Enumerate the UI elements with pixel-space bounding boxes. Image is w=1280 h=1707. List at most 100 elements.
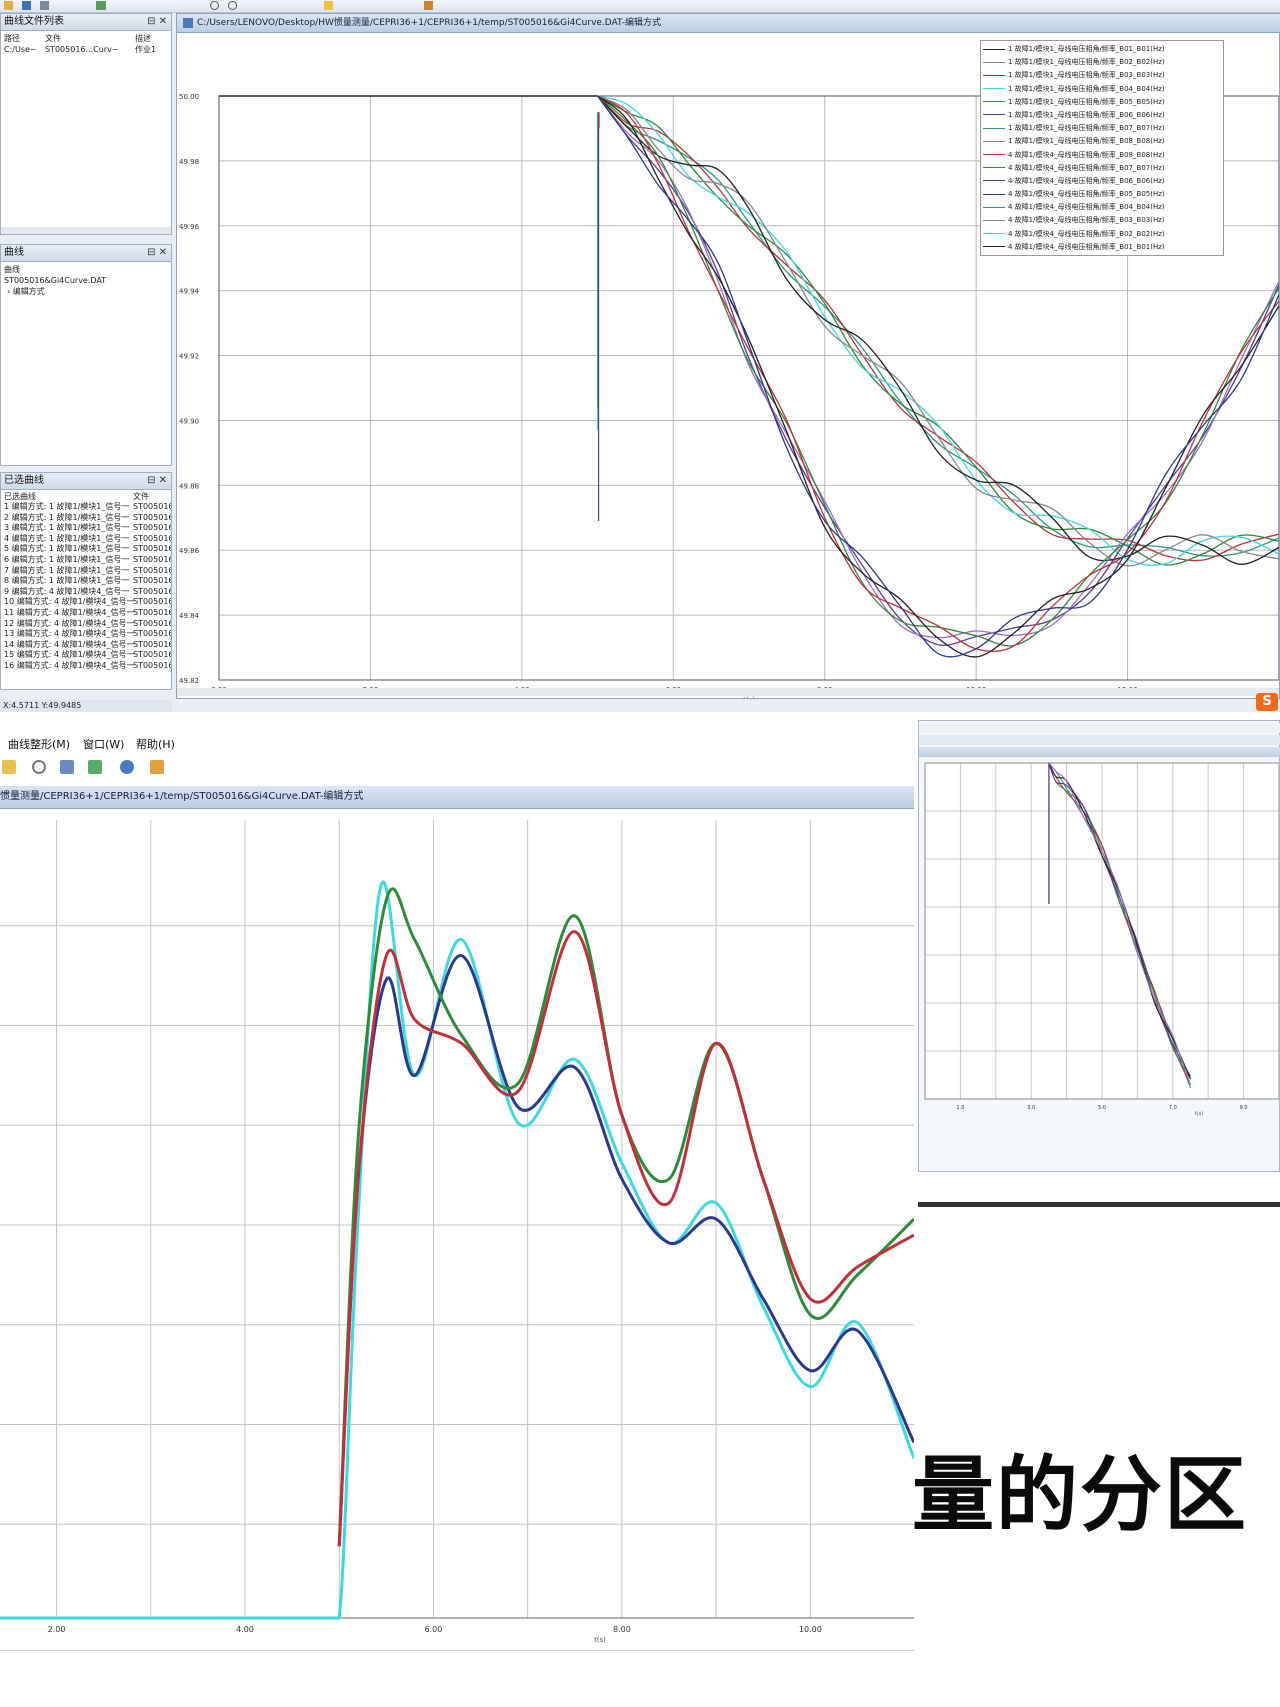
column-header-file: 文件	[45, 34, 61, 43]
chart-legend: 1 故障1/模块1_母线电压相角/频率_B01_B01(Hz) 1 故障1/模块1…	[980, 40, 1224, 256]
legend-swatch	[983, 101, 1005, 103]
selected-curve-label: 10 编辑方式: 4 故障1/模块4_信号一	[4, 597, 135, 607]
save-icon[interactable]	[22, 1, 31, 10]
legend-entry[interactable]: 4 故障1/模块4_母线电压相角/频率_B03_B03(Hz)	[981, 214, 1223, 227]
legend-entry[interactable]: 1 故障1/模块1_母线电压相角/频率_B08_B08(Hz)	[981, 135, 1223, 148]
legend-entry[interactable]: 1 故障1/模块1_母线电压相角/频率_B05_B05(Hz)	[981, 96, 1223, 109]
close-icon[interactable]: ⊟ ✕	[147, 473, 167, 489]
zoom-in-icon[interactable]	[210, 1, 219, 10]
legend-entry[interactable]: 1 故障1/模块1_母线电压相角/频率_B03_B03(Hz)	[981, 69, 1223, 82]
bottom-zoomed-chart[interactable]: 2.00 4.00 6.00 8.00 10.00 t(s)	[0, 812, 914, 1650]
selected-curve-label: 9 编辑方式: 4 故障1/模块4_信号一	[4, 586, 130, 596]
selected-curve-row[interactable]: 11 编辑方式: 4 故障1/模块4_信号一 ST005016	[1, 608, 171, 619]
cursor-icon[interactable]	[324, 1, 333, 10]
series-line-navy[interactable]	[337, 954, 914, 1547]
selected-curve-row[interactable]: 9 编辑方式: 4 故障1/模块4_信号一 ST005016	[1, 586, 171, 598]
pointer-icon[interactable]	[150, 760, 164, 774]
menu-curve-shaping[interactable]: 曲线整形(M)	[8, 736, 70, 752]
y-tick-label: 49.88	[179, 482, 199, 490]
legend-entry[interactable]: 4 故障1/模块4_母线电压相角/频率_B08_B08(Hz)	[981, 149, 1223, 162]
menu-window[interactable]: 窗口(W)	[83, 736, 124, 752]
fit-icon[interactable]	[88, 760, 102, 774]
legend-entry[interactable]: 4 故障1/模块4_母线电压相角/频率_B06_B06(Hz)	[981, 175, 1223, 188]
selected-curve-file: ST005016	[133, 554, 172, 564]
legend-entry[interactable]: 4 故障1/模块4_母线电压相角/频率_B02_B02(Hz)	[981, 228, 1223, 241]
series-line-red[interactable]	[337, 930, 914, 1547]
legend-label: 1 故障1/模块1_母线电压相角/频率_B03_B03(Hz)	[1008, 71, 1165, 80]
selected-curve-row[interactable]: 7 编辑方式: 1 故障1/模块1_信号一 ST005016	[1, 566, 171, 577]
selected-curve-row[interactable]: 6 编辑方式: 1 故障1/模块1_信号一 ST005016	[1, 554, 172, 566]
sogou-badge[interactable]: S	[1256, 693, 1278, 711]
open-icon[interactable]	[4, 1, 13, 10]
selected-curve-label: 5 编辑方式: 1 故障1/模块1_信号一	[4, 544, 130, 554]
selected-curve-row[interactable]: 12 编辑方式: 4 故障1/模块4_信号一 ST005016	[1, 618, 172, 630]
series-line-green[interactable]	[337, 887, 914, 1547]
x-tick-label: 6.00	[425, 1625, 443, 1634]
legend-label: 1 故障1/模块1_母线电压相角/频率_B02_B02(Hz)	[1008, 58, 1165, 67]
chart-scrollbar[interactable]	[177, 688, 1279, 696]
legend-entry[interactable]: 4 故障1/模块4_母线电压相角/频率_B04_B04(Hz)	[981, 201, 1223, 214]
legend-entry[interactable]: 1 故障1/模块1_母线电压相角/频率_B01_B01(Hz)	[981, 43, 1223, 56]
home-icon[interactable]	[2, 760, 16, 774]
selected-curve-row[interactable]: 3 编辑方式: 1 故障1/模块1_信号一 ST005016	[1, 523, 171, 534]
legend-swatch	[983, 180, 1005, 182]
legend-entry[interactable]: 4 故障1/模块4_母线电压相角/频率_B01_B01(Hz)	[981, 241, 1223, 254]
table-icon[interactable]	[60, 760, 74, 774]
selected-curve-row[interactable]: 1 编辑方式: 1 故障1/模块1_信号一 ST005016	[1, 502, 171, 513]
tree-root[interactable]: 曲线	[4, 265, 20, 275]
selected-curve-row[interactable]: 16 编辑方式: 4 故障1/模块4_信号一 ST005016	[1, 661, 171, 672]
legend-entry[interactable]: 4 故障1/模块4_母线电压相角/频率_B05_B05(Hz)	[981, 188, 1223, 201]
zoom-out-icon[interactable]	[228, 1, 237, 10]
legend-label: 1 故障1/模块1_母线电压相角/频率_B06_B06(Hz)	[1008, 110, 1165, 119]
x-tick-label: 7.0	[1169, 1105, 1177, 1111]
selected-curve-row[interactable]: 8 编辑方式: 1 故障1/模块1_信号一 ST005016	[1, 576, 172, 587]
chart-icon[interactable]	[96, 1, 106, 10]
selected-curve-row[interactable]: 15 编辑方式: 4 故障1/模块4_信号一 ST005016	[1, 650, 171, 661]
mini-menubar	[919, 723, 1280, 733]
selected-curve-row[interactable]: 4 编辑方式: 1 故障1/模块1_信号一 ST005016	[1, 534, 171, 545]
curve-file-list-panel: 曲线文件列表 ⊟ ✕ 路径 文件 描述 C:/Use~ ST005016...Cu…	[0, 13, 172, 235]
legend-label: 4 故障1/模块4_母线电压相角/频率_B04_B04(Hz)	[1008, 203, 1165, 212]
x-axis-label: t(s)	[743, 696, 755, 698]
file-row-desc[interactable]: 作业1	[135, 45, 156, 55]
series-line-cyan[interactable]	[0, 880, 914, 1620]
chart-window-title: C:/Users/LENOVO/Desktop/HW惯量测量/CEPRI36+1…	[177, 14, 1280, 33]
selected-curve-row[interactable]: 14 编辑方式: 4 故障1/模块4_信号一 ST005016	[1, 640, 171, 651]
file-row-path[interactable]: C:/Use~	[4, 45, 37, 55]
help-icon[interactable]	[424, 1, 433, 10]
y-tick-label: 49.94	[179, 288, 200, 296]
mini-chart-window: 1.0 3.0 5.0 7.0 9.0 t(s)	[918, 720, 1280, 1172]
legend-label: 4 故障1/模块4_母线电压相角/频率_B05_B05(Hz)	[1008, 190, 1165, 199]
legend-entry[interactable]: 1 故障1/模块1_母线电压相角/频率_B02_B02(Hz)	[981, 56, 1223, 69]
print-icon[interactable]	[40, 1, 49, 10]
x-axis-label: t(s)	[594, 1636, 606, 1644]
menu-help[interactable]: 帮助(H)	[136, 736, 175, 752]
horizontal-scrollbar[interactable]	[1, 227, 171, 234]
selected-curve-label: 1 编辑方式: 1 故障1/模块1_信号一	[4, 502, 130, 511]
file-row-file[interactable]: ST005016...Curv~	[45, 45, 119, 55]
selected-curve-file: ST005016	[133, 629, 172, 639]
y-tick-label: 49.82	[179, 677, 199, 685]
close-icon[interactable]: ⊟ ✕	[147, 245, 167, 261]
selected-curve-row[interactable]: 13 编辑方式: 4 故障1/模块4_信号一 ST005016	[1, 629, 172, 640]
selected-curve-row[interactable]: 10 编辑方式: 4 故障1/模块4_信号一 ST005016	[1, 597, 171, 608]
tree-edit-mode-node[interactable]: › 编辑方式	[7, 287, 45, 297]
selected-curve-file: ST005016	[133, 618, 172, 628]
legend-entry[interactable]: 1 故障1/模块1_母线电压相角/频率_B06_B06(Hz)	[981, 109, 1223, 122]
mini-frequency-chart[interactable]: 1.0 3.0 5.0 7.0 9.0 t(s)	[919, 759, 1279, 1171]
legend-entry[interactable]: 1 故障1/模块1_母线电压相角/频率_B07_B07(Hz)	[981, 122, 1223, 135]
legend-entry[interactable]: 4 故障1/模块4_母线电压相角/频率_B07_B07(Hz)	[981, 162, 1223, 175]
selected-curve-label: 8 编辑方式: 1 故障1/模块1_信号一	[4, 576, 130, 586]
selected-curve-file: ST005016	[133, 576, 172, 586]
zoom-icon[interactable]	[32, 760, 46, 774]
tree-file-node[interactable]: ST005016&Gi4Curve.DAT	[4, 276, 106, 286]
question-icon[interactable]	[120, 760, 134, 774]
selected-curve-row[interactable]: 2 编辑方式: 1 故障1/模块1_信号一 ST005016	[1, 513, 171, 524]
legend-entry[interactable]: 1 故障1/模块1_母线电压相角/频率_B04_B04(Hz)	[981, 83, 1223, 96]
close-icon[interactable]: ⊟ ✕	[147, 14, 167, 30]
y-tick-label: 50.00	[179, 93, 199, 101]
legend-swatch	[983, 74, 1005, 76]
selected-curve-row[interactable]: 5 编辑方式: 1 故障1/模块1_信号一 ST005016	[1, 544, 171, 555]
top-window: 曲线文件列表 ⊟ ✕ 路径 文件 描述 C:/Use~ ST005016...Cu…	[0, 0, 1280, 712]
legend-label: 4 故障1/模块4_母线电压相角/频率_B06_B06(Hz)	[1008, 176, 1165, 185]
